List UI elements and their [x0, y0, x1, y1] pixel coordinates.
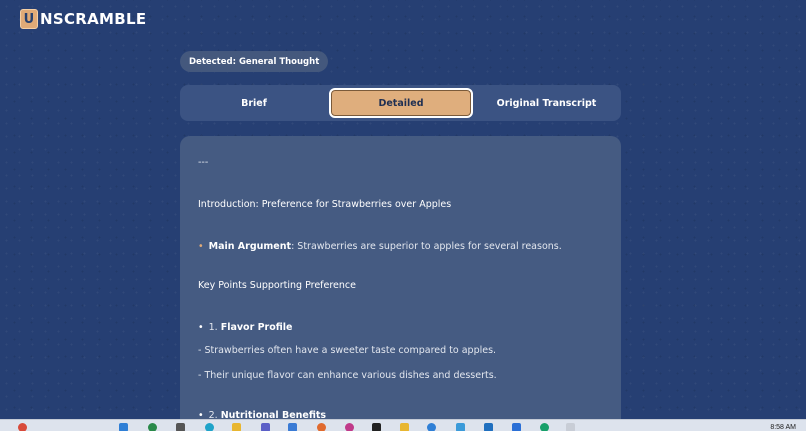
summary-content-panel[interactable]: --- Introduction: Preference for Strawbe… — [180, 136, 621, 431]
bullet-icon: • — [198, 322, 204, 333]
weather-icon[interactable] — [18, 423, 27, 431]
outlook-icon[interactable] — [512, 423, 521, 431]
bullet-icon: • — [198, 241, 204, 252]
key-points-heading: Key Points Supporting Preference — [198, 280, 356, 291]
detected-badge: Detected: General Thought — [180, 51, 329, 72]
firefox-icon[interactable] — [317, 423, 326, 431]
folder-icon[interactable] — [400, 423, 409, 431]
teams-icon[interactable] — [261, 423, 270, 431]
clock[interactable]: 8:58 AM — [770, 424, 796, 431]
main-argument-text: : Strawberries are superior to apples fo… — [291, 241, 562, 252]
mail-icon[interactable] — [288, 423, 297, 431]
start-icon[interactable] — [119, 423, 128, 431]
point-1-number: 1. — [208, 322, 221, 333]
view-tabs: Brief Detailed Original Transcript — [180, 85, 621, 121]
main-argument-item: • Main Argument: Strawberries are superio… — [198, 241, 562, 252]
logo-letter-box: U — [20, 9, 38, 29]
divider-line: --- — [198, 157, 209, 168]
main-argument-label: Main Argument — [208, 241, 292, 252]
word-icon[interactable] — [484, 423, 493, 431]
task-view-icon[interactable] — [176, 423, 185, 431]
search-icon[interactable] — [148, 423, 157, 431]
terminal-icon[interactable] — [372, 423, 381, 431]
browser-icon[interactable] — [427, 423, 436, 431]
file-explorer-icon[interactable] — [232, 423, 241, 431]
chat-icon[interactable] — [540, 423, 549, 431]
logo-text: NSCRAMBLE — [40, 10, 147, 28]
point-1-label: Flavor Profile — [220, 322, 293, 333]
point-1-item: • 1. Flavor Profile — [198, 322, 293, 333]
store-icon[interactable] — [456, 423, 465, 431]
app-logo[interactable]: U NSCRAMBLE — [20, 9, 146, 29]
tab-brief[interactable]: Brief — [180, 85, 328, 121]
point-1-line-2: - Their unique flavor can enhance variou… — [198, 370, 497, 381]
tab-detailed[interactable]: Detailed — [329, 88, 473, 118]
edge-icon[interactable] — [205, 423, 214, 431]
point-1-line-1: - Strawberries often have a sweeter tast… — [198, 345, 497, 356]
app-icon[interactable] — [345, 423, 354, 431]
intro-heading: Introduction: Preference for Strawberrie… — [198, 199, 452, 210]
tab-original-transcript[interactable]: Original Transcript — [472, 85, 621, 121]
os-taskbar: 8:58 AM — [0, 419, 806, 431]
notes-icon[interactable] — [566, 423, 575, 431]
